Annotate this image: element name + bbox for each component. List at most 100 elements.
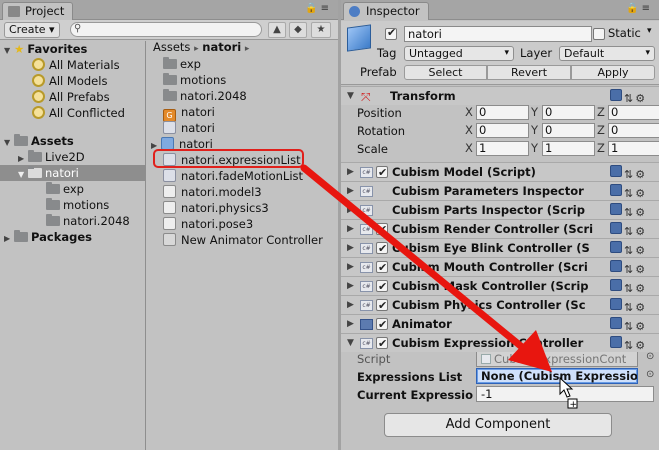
presets-icon[interactable]: ⇅ (624, 92, 633, 105)
component-enabled-checkbox[interactable] (376, 297, 388, 315)
gear-icon[interactable]: ⚙ (635, 225, 645, 238)
expand-triangle-icon[interactable]: ▼ (18, 167, 28, 183)
help-book-icon[interactable] (610, 222, 622, 234)
tree-fav-item[interactable]: All Prefabs (32, 89, 110, 105)
transform-value-input[interactable]: 1 (608, 141, 659, 156)
component-enabled-checkbox[interactable] (376, 164, 388, 182)
tree-packages[interactable]: ▶ Packages (4, 229, 92, 245)
static-checkbox[interactable] (593, 28, 605, 40)
help-book-icon[interactable] (610, 165, 622, 177)
collapse-triangle-icon[interactable]: ▶ (347, 182, 354, 200)
help-book-icon[interactable] (610, 298, 622, 310)
help-book-icon[interactable] (610, 89, 622, 101)
expand-triangle-icon[interactable]: ▼ (4, 135, 14, 151)
axis-label[interactable]: X (465, 141, 473, 155)
presets-icon[interactable]: ⇅ (624, 225, 633, 238)
component-header[interactable]: ▼ c# Cubism Expression Controller ⇅⚙ (341, 333, 659, 353)
transform-header[interactable]: ▼ ⤧ Transform ⇅ ⚙ (341, 86, 659, 105)
presets-icon[interactable]: ⇅ (624, 244, 633, 257)
file-item[interactable]: Gnatori (163, 104, 215, 122)
file-item[interactable]: natori.model3 (163, 184, 262, 200)
tree-assets[interactable]: ▼ Assets (4, 133, 74, 149)
collapse-triangle-icon[interactable]: ▶ (347, 163, 354, 181)
transform-value-input[interactable]: 1 (542, 141, 595, 156)
gear-icon[interactable]: ⚙ (635, 206, 645, 219)
axis-label[interactable]: Y (531, 123, 538, 137)
transform-value-input[interactable]: 1 (476, 141, 529, 156)
file-item[interactable]: New Animator Controller (163, 232, 323, 248)
component-header[interactable]: ▶ c# Cubism Eye Blink Controller (S ⇅⚙ (341, 238, 659, 258)
collapse-triangle-icon[interactable]: ▶ (347, 239, 354, 257)
presets-icon[interactable]: ⇅ (624, 339, 633, 352)
axis-label[interactable]: X (465, 123, 473, 137)
tree-fav-item[interactable]: All Conflicted (32, 105, 125, 121)
static-dropdown-icon[interactable]: ▾ (647, 26, 652, 36)
gear-icon[interactable]: ⚙ (635, 339, 645, 352)
tree-fav-item[interactable]: All Models (32, 73, 107, 89)
component-header[interactable]: ▶ Animator ⇅⚙ (341, 314, 659, 334)
component-header[interactable]: ▶ c# Cubism Mask Controller (Scrip ⇅⚙ (341, 276, 659, 296)
file-item[interactable]: natori.pose3 (163, 216, 253, 232)
gear-icon[interactable]: ⚙ (635, 263, 645, 276)
presets-icon[interactable]: ⇅ (624, 301, 633, 314)
expressions-list-field[interactable]: None (Cubism Expressio (476, 368, 638, 384)
favorite-star-icon[interactable]: ★ (311, 22, 331, 38)
object-picker-icon[interactable]: ⊙ (646, 351, 654, 362)
collapse-triangle-icon[interactable]: ▶ (347, 220, 354, 238)
transform-value-input[interactable]: 0 (476, 105, 529, 120)
axis-label[interactable]: Y (531, 141, 538, 155)
help-book-icon[interactable] (610, 317, 622, 329)
help-book-icon[interactable] (610, 260, 622, 272)
tree-favorites[interactable]: ▼ ★ Favorites (4, 41, 87, 57)
gear-icon[interactable]: ⚙ (635, 187, 645, 200)
breadcrumb-assets[interactable]: Assets (153, 40, 190, 54)
component-enabled-checkbox[interactable] (376, 221, 388, 239)
tree-natori[interactable]: ▼ natori (0, 165, 145, 181)
gear-icon[interactable]: ⚙ (635, 168, 645, 181)
tree-exp[interactable]: exp (46, 181, 84, 197)
file-item[interactable]: natori (163, 120, 215, 136)
file-item[interactable]: natori.physics3 (163, 200, 269, 216)
gear-icon[interactable]: ⚙ (635, 282, 645, 295)
component-enabled-checkbox[interactable] (376, 316, 388, 334)
transform-value-input[interactable]: 0 (542, 105, 595, 120)
component-header[interactable]: ▶ c# Cubism Parts Inspector (Scrip ⇅ ⚙ (341, 200, 659, 219)
layer-dropdown[interactable]: Default (559, 46, 655, 61)
breadcrumb-natori[interactable]: natori (202, 40, 241, 54)
collapse-triangle-icon[interactable]: ▶ (347, 258, 354, 276)
tree-natori2048[interactable]: natori.2048 (46, 213, 130, 229)
prefab-select-button[interactable]: Select (404, 65, 487, 80)
collapse-triangle-icon[interactable]: ▶ (347, 296, 354, 314)
object-picker-icon[interactable]: ⊙ (646, 369, 654, 380)
transform-value-input[interactable]: 0 (608, 123, 659, 138)
filter-type-icon[interactable]: ▲ (268, 22, 286, 38)
component-enabled-checkbox[interactable] (376, 335, 388, 353)
component-header[interactable]: ▶ c# Cubism Parameters Inspector ⇅ ⚙ (341, 181, 659, 200)
create-button[interactable]: Create ▾ (4, 22, 60, 38)
axis-label[interactable]: Z (597, 105, 605, 119)
presets-icon[interactable]: ⇅ (624, 282, 633, 295)
component-header[interactable]: ▶ c# Cubism Mouth Controller (Scri ⇅⚙ (341, 257, 659, 277)
prefab-revert-button[interactable]: Revert (487, 65, 571, 80)
tree-live2d[interactable]: ▶ Live2D (18, 149, 85, 165)
axis-label[interactable]: Z (597, 141, 605, 155)
add-component-button[interactable]: Add Component (384, 413, 612, 437)
project-tab[interactable]: Project (2, 2, 74, 20)
component-enabled-checkbox[interactable] (376, 259, 388, 277)
object-name-field[interactable]: natori (404, 26, 592, 42)
axis-label[interactable]: Z (597, 123, 605, 137)
current-expression-field[interactable]: -1 (476, 386, 654, 402)
active-checkbox[interactable] (385, 26, 397, 40)
help-book-icon[interactable] (610, 279, 622, 291)
component-enabled-checkbox[interactable] (376, 278, 388, 296)
search-input[interactable]: ⚲ (70, 22, 262, 37)
help-book-icon[interactable] (610, 184, 622, 196)
component-header[interactable]: ▶ c# Cubism Render Controller (Scri ⇅⚙ (341, 219, 659, 239)
transform-value-input[interactable]: 0 (608, 105, 659, 120)
component-header[interactable]: ▶ c# Cubism Physics Controller (Sc ⇅⚙ (341, 295, 659, 315)
presets-icon[interactable]: ⇅ (624, 263, 633, 276)
tree-fav-item[interactable]: All Materials (32, 57, 120, 73)
prefab-apply-button[interactable]: Apply (571, 65, 655, 80)
help-book-icon[interactable] (610, 336, 622, 348)
presets-icon[interactable]: ⇅ (624, 187, 633, 200)
